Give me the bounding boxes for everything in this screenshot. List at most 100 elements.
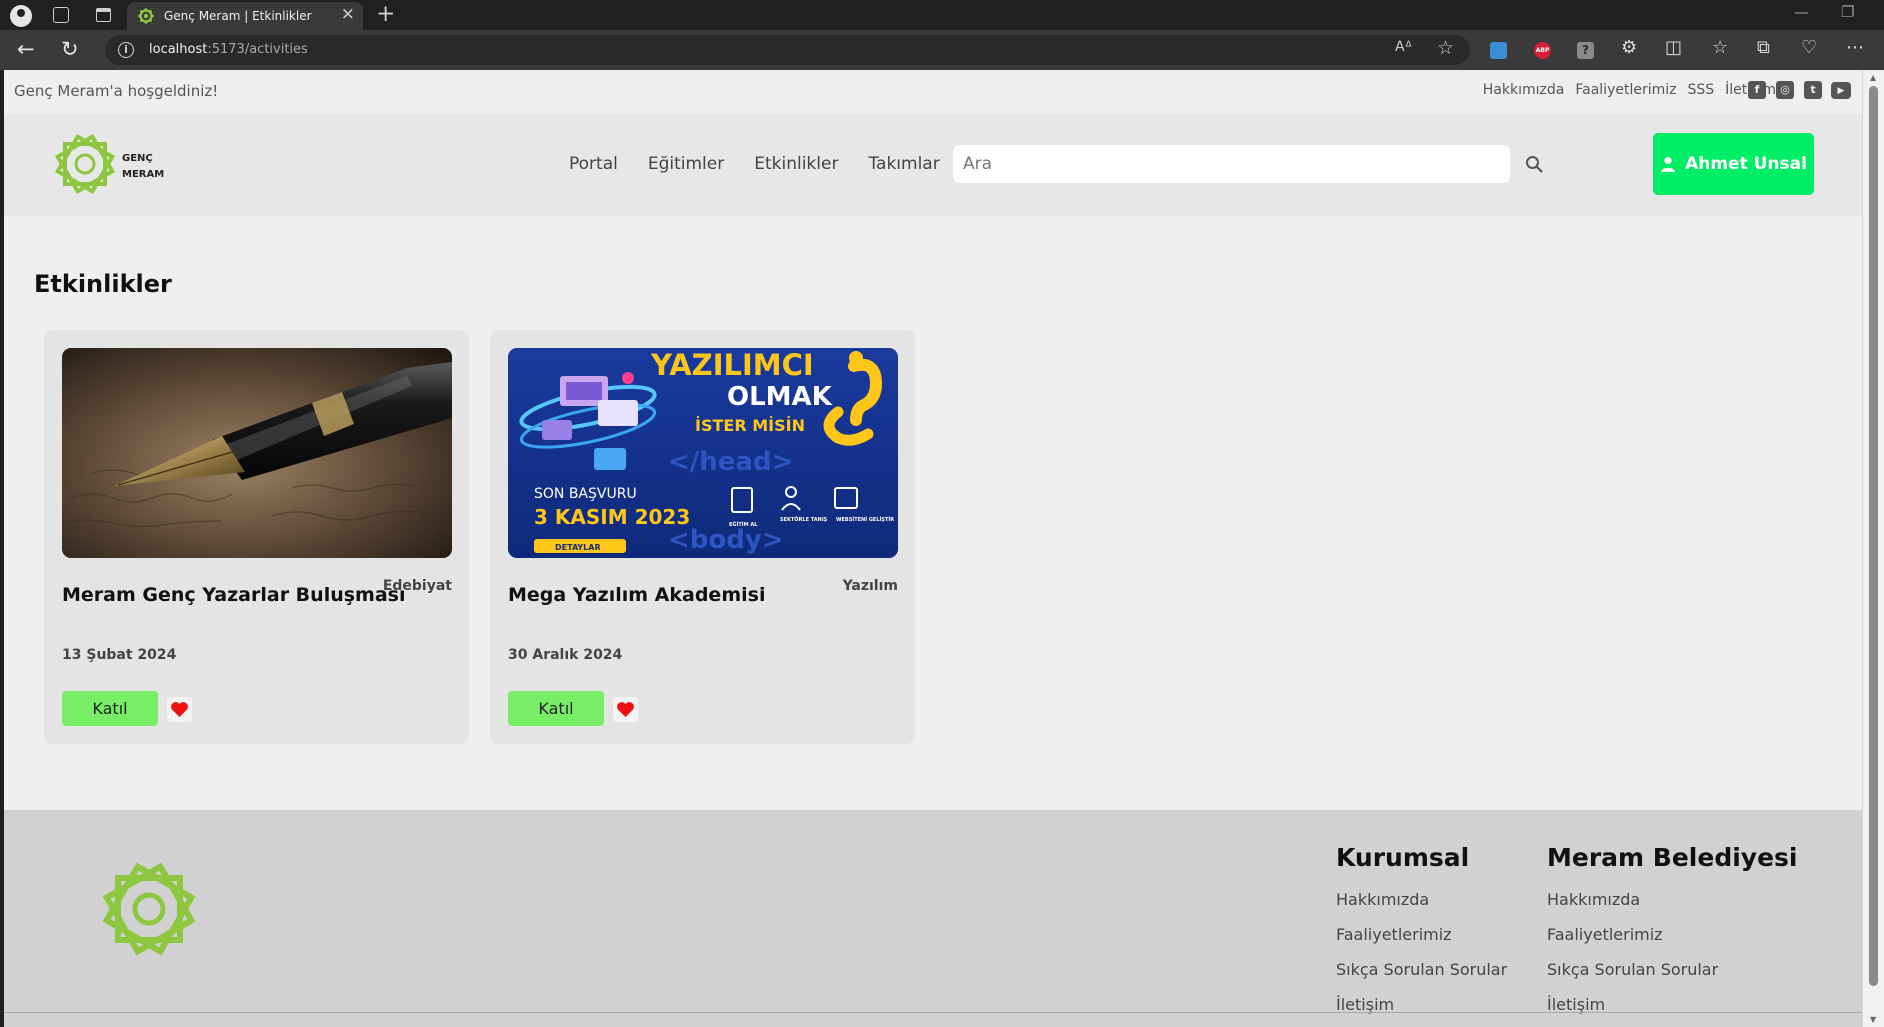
translator-extension-icon[interactable] xyxy=(1490,42,1507,59)
page-viewport: Genç Meram'a hoşgeldiniz! Hakkımızda Faa… xyxy=(4,70,1862,1027)
software-poster: </head> <body> YAZILIMCI OLMAK İSTER MİS… xyxy=(508,348,898,558)
footer-link-faq[interactable]: Sıkça Sorulan Sorular xyxy=(1336,952,1507,987)
poster-icon-label-3: WEBSİTENİ GELİŞTİR xyxy=(836,516,894,523)
top-link-activities[interactable]: Faaliyetlerimiz xyxy=(1575,82,1676,98)
footer-link-contact[interactable]: İletişim xyxy=(1547,987,1798,1022)
footer-column-municipality: Meram Belediyesi Hakkımızda Faaliyetleri… xyxy=(1547,843,1798,1022)
url-host: localhost xyxy=(149,42,208,57)
poster-deadline-label: SON BAŞVURU xyxy=(534,486,637,502)
event-category: Yazılım xyxy=(842,578,898,594)
top-link-faq[interactable]: SSS xyxy=(1687,82,1714,98)
welcome-text: Genç Meram'a hoşgeldiniz! xyxy=(14,82,219,100)
user-icon xyxy=(1661,156,1676,172)
poster-icon-label-1: EĞİTİM AL xyxy=(729,521,758,528)
new-tab-icon[interactable]: + xyxy=(376,1,395,27)
favorite-star-icon[interactable]: ☆ xyxy=(1437,37,1454,59)
brand-name[interactable]: GENÇ MERAM xyxy=(122,151,164,183)
poster-icon-label-2: SEKTÖRLE TANIŞ xyxy=(780,516,828,523)
top-links: Hakkımızda Faaliyetlerimiz SSS İletişim xyxy=(1483,82,1776,98)
adblock-extension-icon[interactable]: ABP xyxy=(1534,42,1551,59)
event-image-software-academy[interactable]: </head> <body> YAZILIMCI OLMAK İSTER MİS… xyxy=(508,348,898,558)
nav-teams[interactable]: Takımlar xyxy=(868,154,939,174)
event-card[interactable]: </head> <body> YAZILIMCI OLMAK İSTER MİS… xyxy=(490,330,915,744)
more-menu-icon[interactable]: ⋯ xyxy=(1846,38,1864,58)
fountain-pen-photo xyxy=(62,348,452,558)
help-extension-icon[interactable]: ? xyxy=(1577,42,1594,59)
read-aloud-icon[interactable]: Aᐞ xyxy=(1395,39,1412,55)
poster-line-2: OLMAK xyxy=(727,382,833,412)
nav-events[interactable]: Etkinlikler xyxy=(754,154,838,174)
event-date: 13 Şubat 2024 xyxy=(62,647,177,663)
browser-tabstrip: Genç Meram | Etkinlikler × + — ❐ xyxy=(0,0,1884,30)
event-title[interactable]: Mega Yazılım Akademisi xyxy=(508,584,765,606)
site-footer: Kurumsal Hakkımızda Faaliyetlerimiz Sıkç… xyxy=(4,810,1862,1027)
nav-trainings[interactable]: Eğitimler xyxy=(648,154,724,174)
top-info-bar: Genç Meram'a hoşgeldiniz! Hakkımızda Faa… xyxy=(4,70,1862,114)
user-account-button[interactable]: Ahmet Unsal xyxy=(1653,133,1814,195)
reload-icon[interactable]: ↻ xyxy=(61,37,79,61)
footer-link-contact[interactable]: İletişim xyxy=(1336,987,1507,1022)
youtube-icon[interactable]: ▶ xyxy=(1831,82,1851,99)
restore-icon[interactable]: ❐ xyxy=(1841,3,1854,21)
collections-icon[interactable]: ⧉ xyxy=(1757,38,1770,58)
facebook-icon[interactable]: f xyxy=(1748,81,1766,99)
site-header: GENÇ MERAM Portal Eğitimler Etkinlikler … xyxy=(4,114,1862,216)
site-favicon-icon xyxy=(138,8,154,24)
footer-logo[interactable] xyxy=(94,857,204,961)
event-card[interactable]: Meram Genç Yazarlar Buluşması Edebiyat 1… xyxy=(44,330,469,744)
footer-link-faq[interactable]: Sıkça Sorulan Sorular xyxy=(1547,952,1798,987)
scroll-down-icon[interactable]: ▼ xyxy=(1870,1015,1876,1024)
user-name: Ahmet Unsal xyxy=(1685,154,1807,174)
search-icon[interactable] xyxy=(1525,155,1543,173)
instagram-icon[interactable]: ◎ xyxy=(1776,81,1794,99)
heart-icon[interactable] xyxy=(167,697,192,722)
scroll-up-icon[interactable]: ▲ xyxy=(1870,73,1876,82)
join-button[interactable]: Katıl xyxy=(62,691,158,726)
poster-deadline-date: 3 KASIM 2023 xyxy=(534,505,690,529)
browser-tab-active[interactable]: Genç Meram | Etkinlikler × xyxy=(127,2,363,30)
brand-line-2: MERAM xyxy=(122,169,165,180)
poster-line-3: İSTER MİSİN xyxy=(695,416,805,435)
url-path: :5173/activities xyxy=(207,42,308,57)
nav-portal[interactable]: Portal xyxy=(569,154,618,174)
minimize-icon[interactable]: — xyxy=(1794,3,1809,21)
join-button[interactable]: Katıl xyxy=(508,691,604,726)
footer-column-corporate: Kurumsal Hakkımızda Faaliyetlerimiz Sıkç… xyxy=(1336,843,1507,1022)
url-text[interactable]: localhost:5173/activities xyxy=(149,42,308,57)
genc-meram-logo[interactable] xyxy=(50,130,120,198)
address-bar[interactable]: i localhost:5173/activities Aᐞ ☆ xyxy=(105,35,1470,65)
split-screen-icon[interactable]: ◫ xyxy=(1665,38,1682,58)
footer-link-about[interactable]: Hakkımızda xyxy=(1336,882,1507,917)
footer-heading: Meram Belediyesi xyxy=(1547,843,1798,872)
event-category: Edebiyat xyxy=(382,578,452,594)
back-icon[interactable]: ← xyxy=(17,37,35,61)
favorites-icon[interactable]: ☆ xyxy=(1712,38,1728,58)
profile-icon[interactable] xyxy=(10,5,32,27)
extensions-puzzle-icon[interactable]: ⚙ xyxy=(1621,38,1637,58)
scrollbar-thumb[interactable] xyxy=(1869,86,1878,986)
event-date: 30 Aralık 2024 xyxy=(508,647,623,663)
brand-line-1: GENÇ xyxy=(122,153,153,164)
page-scrollbar[interactable]: ▲ ▼ xyxy=(1862,70,1884,1027)
event-image-fountain-pen[interactable] xyxy=(62,348,452,558)
footer-link-activities[interactable]: Faaliyetlerimiz xyxy=(1336,917,1507,952)
heart-icon[interactable] xyxy=(613,697,638,722)
top-link-about[interactable]: Hakkımızda xyxy=(1483,82,1565,98)
footer-link-about[interactable]: Hakkımızda xyxy=(1547,882,1798,917)
browser-essentials-icon[interactable]: ♡ xyxy=(1801,38,1817,58)
close-tab-icon[interactable]: × xyxy=(341,6,355,23)
workspaces-icon[interactable] xyxy=(53,7,69,23)
poster-line-1: YAZILIMCI xyxy=(650,348,814,382)
browser-toolbar: ← ↻ i localhost:5173/activities Aᐞ ☆ ABP… xyxy=(0,30,1884,70)
browser-tab-title: Genç Meram | Etkinlikler xyxy=(164,9,312,23)
poster-details-button: DETAYLAR xyxy=(555,543,601,552)
footer-divider xyxy=(4,1012,1862,1013)
site-info-icon[interactable]: i xyxy=(118,42,134,58)
poster-code-head: </head> xyxy=(668,447,793,477)
twitter-icon[interactable]: t xyxy=(1804,81,1822,99)
footer-link-activities[interactable]: Faaliyetlerimiz xyxy=(1547,917,1798,952)
event-title[interactable]: Meram Genç Yazarlar Buluşması xyxy=(62,584,405,606)
tab-actions-icon[interactable] xyxy=(96,8,111,22)
poster-code-body: <body> xyxy=(668,525,784,555)
search-input[interactable] xyxy=(953,145,1510,183)
